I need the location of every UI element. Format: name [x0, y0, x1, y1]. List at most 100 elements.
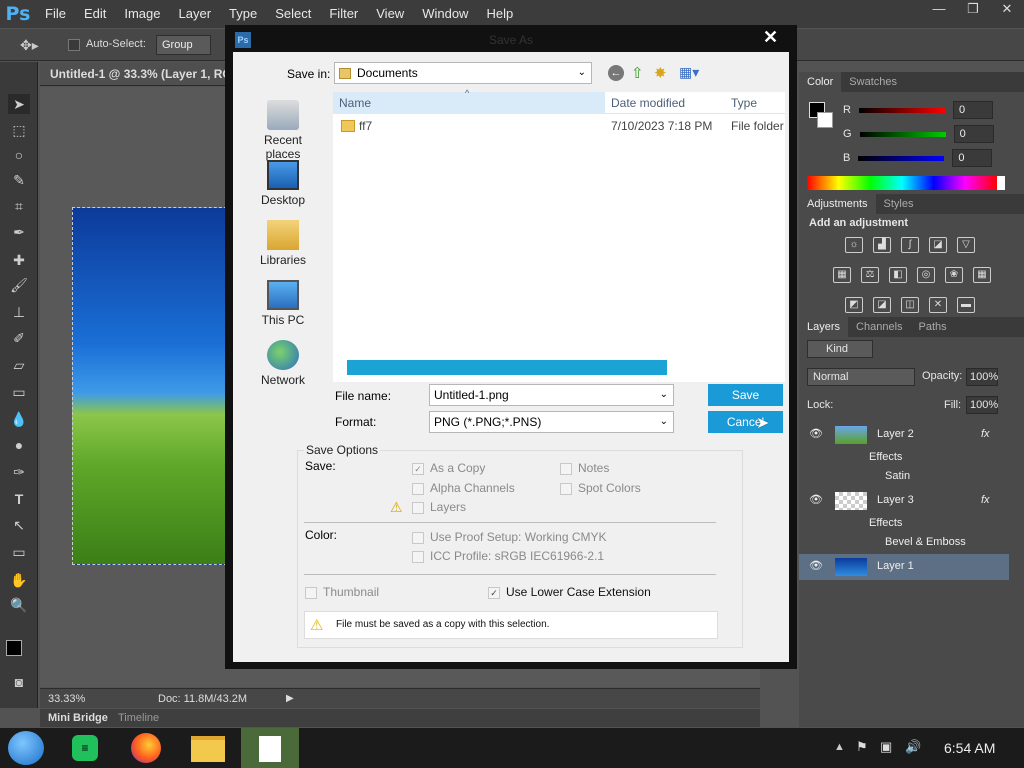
fx-icon[interactable]: fx — [981, 488, 990, 512]
effect-name[interactable]: Bevel & Emboss — [885, 533, 966, 552]
tab-color[interactable]: Color — [799, 72, 842, 92]
visibility-eye-icon[interactable]: 👁 — [809, 422, 823, 446]
tab-layers[interactable]: Layers — [799, 317, 849, 337]
vibrance-icon[interactable]: ▽ — [957, 237, 975, 253]
tab-swatches[interactable]: Swatches — [841, 72, 905, 92]
status-arrow-icon[interactable]: ▶ — [286, 689, 294, 709]
layers-option[interactable]: Layers — [412, 500, 466, 514]
auto-select-checkbox[interactable] — [68, 39, 80, 51]
cancel-button[interactable]: Cancel — [708, 411, 783, 433]
visibility-eye-icon[interactable]: 👁 — [809, 554, 823, 578]
move-tool-icon[interactable]: ➤ — [8, 94, 30, 114]
lasso-tool-icon[interactable]: ○ — [8, 145, 30, 165]
spot-colors-option[interactable]: Spot Colors — [560, 481, 641, 495]
layer-name[interactable]: Layer 2 — [877, 422, 914, 446]
menu-file[interactable]: File — [36, 0, 75, 28]
start-button[interactable] — [8, 731, 44, 765]
brush-tool-icon[interactable]: 🖌 — [8, 275, 30, 295]
new-folder-icon[interactable]: ✸ — [654, 64, 667, 82]
thumbnail-checkbox[interactable] — [305, 586, 317, 599]
volume-icon[interactable]: 🔊 — [905, 739, 921, 755]
icc-profile-option[interactable]: ICC Profile: sRGB IEC61966-2.1 — [412, 549, 604, 563]
fill-field[interactable]: 100% — [966, 396, 998, 414]
minimize-button[interactable]: — — [922, 0, 956, 20]
place-this-pc[interactable]: This PC — [245, 280, 321, 327]
menu-view[interactable]: View — [367, 0, 413, 28]
menu-select[interactable]: Select — [266, 0, 320, 28]
kind-filter[interactable]: Kind — [807, 340, 873, 358]
lower-case-option[interactable]: ✓ Use Lower Case Extension — [488, 585, 651, 599]
proof-setup-option[interactable]: Use Proof Setup: Working CMYK — [412, 530, 607, 544]
menu-layer[interactable]: Layer — [170, 0, 221, 28]
alpha-channels-option[interactable]: Alpha Channels — [412, 481, 515, 495]
menu-window[interactable]: Window — [413, 0, 477, 28]
selective-color-icon[interactable]: ▬ — [957, 297, 975, 313]
proof-checkbox[interactable] — [412, 531, 424, 544]
restore-button[interactable]: ❐ — [956, 0, 990, 20]
menu-filter[interactable]: Filter — [320, 0, 367, 28]
document-tab[interactable]: Untitled-1 @ 33.3% (Layer 1, RGB/ — [40, 62, 230, 86]
place-network[interactable]: Network — [245, 340, 321, 387]
place-desktop[interactable]: Desktop — [245, 160, 321, 207]
tray-up-icon[interactable]: ▲ — [834, 741, 845, 753]
gradient-map-icon[interactable]: ✕ — [929, 297, 947, 313]
color-spectrum[interactable] — [807, 176, 1005, 190]
foreground-color-swatch[interactable] — [6, 640, 22, 656]
quick-select-tool-icon[interactable]: ✎ — [8, 170, 30, 190]
r-value[interactable]: 0 — [952, 101, 993, 119]
clock[interactable]: 6:54 AM — [944, 740, 995, 756]
g-slider[interactable] — [859, 131, 946, 137]
tab-mini-bridge[interactable]: Mini Bridge — [48, 709, 108, 727]
menu-edit[interactable]: Edit — [75, 0, 115, 28]
exposure-icon[interactable]: ◪ — [929, 237, 947, 253]
color-lookup-icon[interactable]: ▦ — [973, 267, 991, 283]
blur-tool-icon[interactable]: 💧 — [8, 409, 30, 429]
channel-mixer-icon[interactable]: ❀ — [945, 267, 963, 283]
column-date[interactable]: Date modified — [611, 92, 685, 114]
save-button[interactable]: Save — [708, 384, 783, 406]
dialog-close-icon[interactable]: ✕ — [763, 27, 778, 48]
photo-filter-icon[interactable]: ◎ — [917, 267, 935, 283]
spot-colors-checkbox[interactable] — [560, 482, 572, 495]
posterize-icon[interactable]: ◪ — [873, 297, 891, 313]
layers-checkbox[interactable] — [412, 501, 424, 514]
alpha-checkbox[interactable] — [412, 482, 424, 495]
hue-sat-icon[interactable]: ▦ — [833, 267, 851, 283]
layer-name[interactable]: Layer 1 — [877, 554, 914, 578]
threshold-icon[interactable]: ◫ — [901, 297, 919, 313]
bw-icon[interactable]: ◧ — [889, 267, 907, 283]
hand-tool-icon[interactable]: ✋ — [8, 570, 30, 590]
menu-help[interactable]: Help — [477, 0, 522, 28]
invert-icon[interactable]: ◩ — [845, 297, 863, 313]
shape-tool-icon[interactable]: ▭ — [8, 542, 30, 562]
blend-mode-dropdown[interactable]: Normal — [807, 368, 915, 386]
file-name-input[interactable]: Untitled-1.png ⌄ — [429, 384, 674, 406]
up-folder-icon[interactable]: ⇧ — [631, 64, 644, 82]
tab-channels[interactable]: Channels — [848, 317, 910, 337]
marquee-tool-icon[interactable]: ⬚ — [8, 120, 30, 140]
firefox-icon[interactable] — [131, 733, 161, 763]
back-icon[interactable]: ← — [608, 65, 624, 81]
place-libraries[interactable]: Libraries — [245, 220, 321, 267]
r-slider[interactable] — [858, 107, 945, 113]
close-window-button[interactable]: ✕ — [990, 0, 1024, 20]
opacity-field[interactable]: 100% — [966, 368, 998, 386]
eyedropper-tool-icon[interactable]: ✒ — [8, 222, 30, 242]
layer-row[interactable]: 👁 Layer 3 fx — [799, 488, 1009, 514]
history-brush-icon[interactable]: ✐ — [8, 328, 30, 348]
menu-type[interactable]: Type — [220, 0, 266, 28]
notes-checkbox[interactable] — [560, 462, 572, 475]
gradient-tool-icon[interactable]: ▭ — [8, 382, 30, 402]
levels-icon[interactable]: ▟ — [873, 237, 891, 253]
as-copy-option[interactable]: ✓ As a Copy — [412, 461, 485, 475]
save-in-dropdown[interactable]: Documents ⌄ — [334, 62, 592, 84]
effect-name[interactable]: Satin — [885, 467, 910, 486]
type-tool-icon[interactable]: T — [8, 489, 30, 509]
view-menu-icon[interactable]: ▦▾ — [679, 64, 699, 81]
file-list[interactable]: Name ^ Date modified Type ff7 7/10/2023 … — [333, 88, 785, 382]
layer-name[interactable]: Layer 3 — [877, 488, 914, 512]
brightness-icon[interactable]: ☼ — [845, 237, 863, 253]
notes-app-icon[interactable]: ≡ — [72, 735, 98, 761]
zoom-tool-icon[interactable]: 🔍 — [8, 595, 30, 615]
b-slider[interactable] — [858, 155, 945, 161]
